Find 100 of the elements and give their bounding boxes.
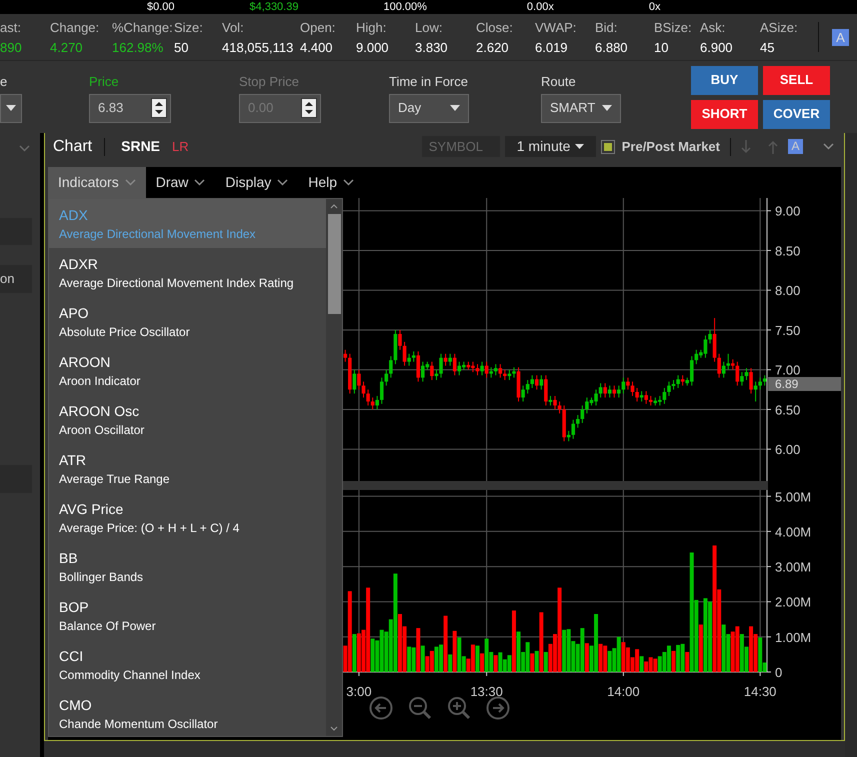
axis-label: 7.50 (775, 322, 800, 338)
indicator-name: Bollinger Bands (59, 570, 144, 584)
quote-label: Ask: (700, 20, 726, 34)
indicator-item[interactable]: APO Absolute Price Oscillator (49, 297, 326, 346)
indicator-item[interactable]: CMO Chande Momentum Oscillator (49, 689, 326, 736)
interval-select[interactable]: 1 minute (504, 136, 596, 157)
axis-label: 8.50 (775, 243, 800, 258)
indicator-name: Commodity Channel Index (59, 668, 202, 682)
axis-label: 9.00 (775, 204, 800, 219)
quote-label: ASize: (760, 20, 799, 34)
indicator-name: Balance Of Power (59, 619, 157, 633)
summary-value: 100.00% (383, 1, 427, 13)
axis-label: 5.00M (775, 490, 812, 504)
quote-label: Bid: (595, 20, 618, 34)
indicator-code: ATR (59, 452, 87, 468)
summary-value: $0.00 (147, 1, 175, 13)
indicator-item[interactable]: ADXR Average Directional Movement Index Rating (49, 248, 326, 297)
indicator-name: Aroon Indicator (59, 374, 142, 388)
quote-value: 2.620 (476, 40, 510, 54)
indicator-code: BOP (59, 599, 90, 615)
quote-label: Size: (174, 20, 204, 34)
quote-label: Open: (300, 20, 336, 34)
summary-value: 0.00x (526, 1, 554, 13)
quote-value: 3.830 (415, 40, 449, 54)
quote-value: 4.270 (50, 40, 84, 54)
panel-title: Chart (53, 136, 92, 156)
quote-value: 45 (760, 40, 776, 54)
axis-label: 3.00M (775, 560, 812, 575)
quote-value: 418,055,113 (222, 40, 294, 54)
checkbox-label: Pre/Post Market (622, 138, 720, 156)
indicator-item[interactable]: AVG Price Average Price: (O + H + L + C) / 4 (49, 493, 326, 542)
axis-label: 4.00M (775, 524, 812, 540)
axis-label: 13:30 (470, 684, 503, 699)
quote-label: BSize: (654, 20, 693, 34)
axis-label: 1.00M (775, 630, 812, 645)
axis-label: 14:00 (607, 684, 640, 699)
axis-label: 7.00 (775, 362, 800, 378)
indicator-code: CMO (59, 697, 93, 713)
summary-value: $4,330.39 (250, 1, 298, 13)
quote-value: 9.000 (356, 40, 390, 54)
order-button[interactable]: SHORT (691, 100, 758, 128)
axis-label: 3:00 (346, 684, 372, 699)
quote-label: Low: (415, 20, 444, 34)
select-field[interactable]: Day (389, 94, 469, 122)
menu-tab[interactable]: Help (298, 167, 364, 198)
axis-label: 0 (775, 665, 782, 680)
indicator-name: Average Price: (O + H + L + C) / 4 (59, 521, 240, 535)
indicator-name: Chande Momentum Oscillator (59, 717, 219, 731)
indicator-name: Average Directional Movement Index Rating (59, 276, 295, 290)
indicator-code: AROON (59, 354, 112, 370)
symbol-tag: LR (172, 136, 189, 156)
indicator-item[interactable]: AROON Osc Aroon Oscillator (49, 395, 326, 444)
quote-label: ast: (0, 20, 22, 34)
field-label: e (0, 74, 8, 90)
order-button[interactable]: BUY (691, 66, 758, 94)
quote-value: 10 (654, 40, 670, 54)
quote-label: High: (356, 20, 388, 34)
field-label: Time in Force (389, 74, 469, 90)
field-label: Price (89, 74, 120, 90)
indicator-item[interactable]: BB Bollinger Bands (49, 542, 326, 591)
order-button[interactable]: SELL (763, 66, 830, 94)
quote-label: %Change: (112, 20, 174, 34)
menu-tab[interactable]: Display (215, 167, 298, 198)
symbol-label: SRNE (121, 137, 160, 156)
indicator-code: BB (59, 550, 79, 566)
quote-label: VWAP: (535, 20, 578, 34)
indicator-item[interactable]: ATR Average True Range (49, 444, 326, 493)
quote-value: 6.019 (535, 40, 569, 54)
indicator-name: Aroon Oscillator (59, 423, 146, 437)
indicator-code: ADX (59, 207, 89, 223)
indicator-code: AROON Osc (59, 403, 140, 419)
field-label: Route (541, 74, 577, 90)
indicator-code: AVG Price (59, 501, 124, 517)
order-button[interactable]: COVER (763, 100, 830, 128)
indicator-item[interactable]: CCI Commodity Channel Index (49, 640, 326, 689)
quote-label: Close: (476, 20, 514, 34)
axis-label: 6.50 (775, 402, 800, 418)
number-field[interactable]: 6.83 (89, 94, 171, 122)
quote-value: 4.400 (300, 40, 334, 54)
menu-tab[interactable]: Draw (146, 167, 216, 198)
last-price-tag: 6.89 (768, 376, 841, 391)
menu-tab[interactable]: Indicators (48, 167, 146, 198)
quote-value: 162.98% (112, 40, 164, 54)
axis-label: 6.00 (775, 442, 800, 458)
symbol-input[interactable]: SYMBOL (422, 136, 500, 157)
summary-value: 0x (648, 1, 660, 13)
indicator-item[interactable]: AROON Aroon Indicator (49, 346, 326, 395)
axis-label: 2.00M (775, 594, 812, 610)
indicator-item[interactable]: BOP Balance Of Power (49, 591, 326, 640)
panel-row[interactable]: on (0, 265, 32, 293)
indicator-code: CCI (59, 648, 84, 664)
quote-value: 890 (0, 40, 23, 54)
select-field[interactable]: SMART (541, 94, 621, 122)
indicator-name: Absolute Price Oscillator (59, 325, 191, 339)
quote-value: 6.880 (595, 40, 629, 54)
quote-label: Vol: (222, 20, 245, 34)
axis-label: 8.00 (775, 283, 800, 298)
indicator-code: APO (59, 305, 90, 321)
indicator-name: Average Directional Movement Index (59, 227, 257, 241)
indicator-code: ADXR (59, 256, 99, 272)
